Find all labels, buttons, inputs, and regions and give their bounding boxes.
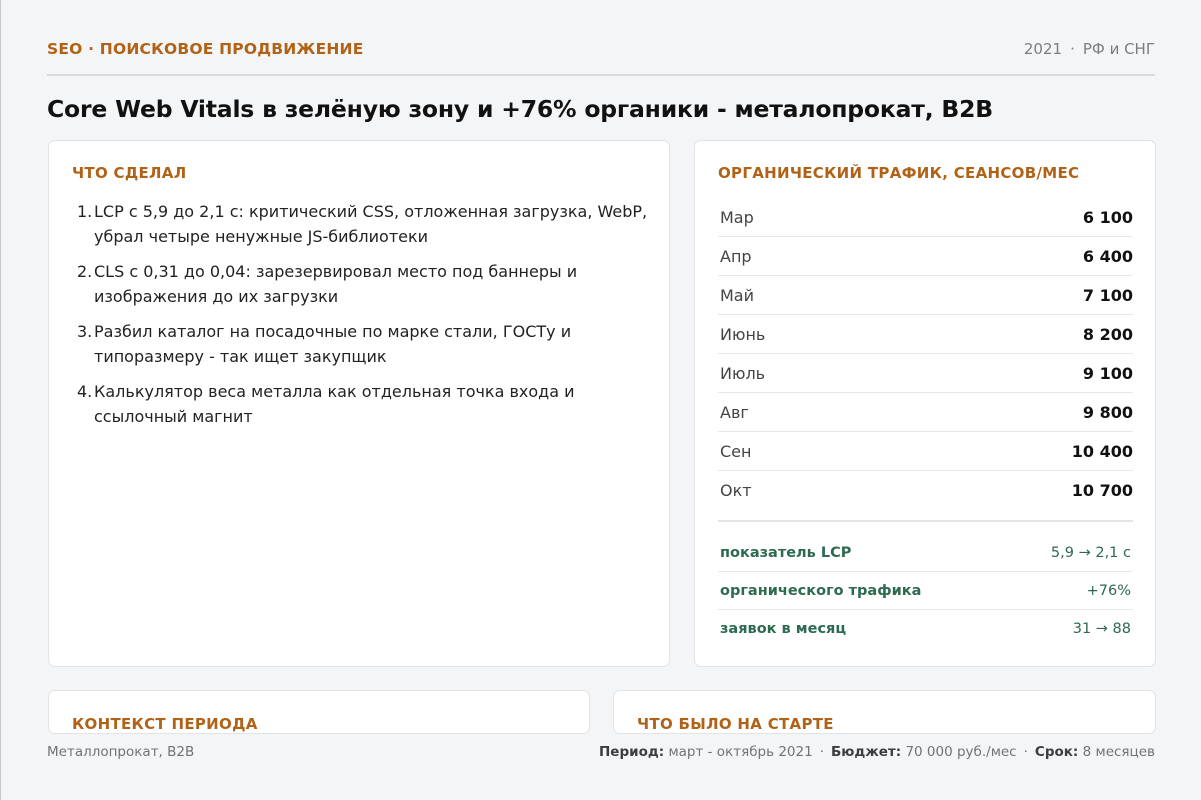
top-bar: SEO · ПОИСКОВОЕ ПРОДВИЖЕНИЕ 2021 · РФ и СН…: [47, 40, 1155, 76]
sessions-value: 6 400: [1082, 246, 1133, 266]
kpi-row: показатель LCP 5,9 → 2,1 с: [718, 534, 1133, 572]
sessions-value: 10 700: [1071, 481, 1133, 500]
sessions-value: 9 100: [1082, 363, 1133, 383]
sessions-value: 7 100: [1082, 285, 1133, 305]
footer: Металлопрокат, B2B Период: март - октябр…: [47, 744, 1155, 760]
step-number: 1.: [77, 202, 93, 221]
section-kicker: SEO · ПОИСКОВОЕ ПРОДВИЖЕНИЕ: [47, 40, 364, 58]
traffic-row: Апр 6 400: [718, 237, 1133, 276]
work-step: 1. LCP с 5,9 до 2,1 с: критический CSS, о…: [77, 199, 654, 249]
sessions-value: 8 200: [1082, 324, 1133, 344]
kpi-label: показатель LCP: [720, 544, 852, 561]
traffic-row: Окт 10 700: [718, 471, 1133, 510]
kpi-label: заявок в месяц: [720, 621, 847, 637]
traffic-row: Май 7 100: [718, 276, 1133, 315]
traffic-row: Сен 10 400: [718, 432, 1133, 471]
traffic-row: Июль 9 100: [718, 354, 1133, 393]
work-heading: ЧТО СДЕЛАЛ: [72, 164, 187, 182]
kpi-label: органического трафика: [720, 582, 922, 599]
page-title: Core Web Vitals в зелёную зону и +76% ор…: [47, 95, 993, 123]
month-label: Сен: [720, 441, 752, 461]
separator-dot: ·: [1023, 744, 1028, 760]
step-text: LCP с 5,9 до 2,1 с: критический CSS, отл…: [94, 202, 648, 246]
traffic-heading: ОРГАНИЧЕСКИЙ ТРАФИК, СЕАНСОВ/МЕС: [718, 164, 1080, 182]
work-step: 3. Разбил каталог на посадочные по марке …: [77, 319, 654, 369]
month-label: Июнь: [720, 324, 766, 344]
traffic-row: Авг 9 800: [718, 393, 1133, 432]
term-label: Срок:: [1034, 744, 1079, 760]
month-label: Окт: [720, 481, 752, 500]
sessions-value: 9 800: [1082, 402, 1133, 422]
work-step: 4. Калькулятор веса металла как отдельная…: [77, 379, 654, 429]
month-label: Май: [720, 285, 755, 305]
year-label: 2021: [1023, 40, 1063, 58]
sessions-value: 6 100: [1082, 207, 1133, 227]
project-meta: Период: март - октябрь 2021 · Бюджет: 70 0…: [599, 744, 1155, 760]
kpi-value: +76%: [1086, 582, 1131, 599]
month-label: Авг: [720, 402, 749, 422]
step-text: Калькулятор веса металла как отдельная т…: [94, 382, 575, 426]
step-text: Разбил каталог на посадочные по марке ст…: [94, 322, 572, 366]
step-number: 2.: [77, 262, 93, 281]
divider: [718, 520, 1133, 522]
traffic-card: ОРГАНИЧЕСКИЙ ТРАФИК, СЕАНСОВ/МЕС Мар 6 10…: [694, 140, 1156, 667]
kpi-value: 5,9 → 2,1 с: [1050, 544, 1131, 561]
context-heading: КОНТЕКСТ ПЕРИОДА: [72, 715, 258, 733]
traffic-table: Мар 6 100 Апр 6 400 Май 7 100 Июнь 8 200 Июл…: [718, 198, 1133, 510]
case-study-page: SEO · ПОИСКОВОЕ ПРОДВИЖЕНИЕ 2021 · РФ и СН…: [0, 0, 1201, 800]
month-label: Мар: [720, 207, 754, 227]
work-step: 2. CLS с 0,31 до 0,04: зарезервировал мес…: [77, 259, 654, 309]
step-text: CLS с 0,31 до 0,04: зарезервировал место…: [94, 262, 578, 306]
separator-dot: ·: [819, 744, 824, 760]
term-value: 8 месяцев: [1082, 744, 1155, 760]
work-steps-list: 1. LCP с 5,9 до 2,1 с: критический CSS, о…: [77, 199, 654, 439]
traffic-row: Июнь 8 200: [718, 315, 1133, 354]
separator-dot: ·: [1070, 40, 1075, 58]
step-number: 4.: [77, 382, 93, 401]
step-number: 3.: [77, 322, 93, 341]
start-heading: ЧТО БЫЛО НА СТАРТЕ: [637, 715, 834, 733]
kpi-list: показатель LCP 5,9 → 2,1 с органического …: [718, 534, 1133, 648]
budget-value: 70 000 руб./мес: [905, 744, 1017, 760]
year-region: 2021 · РФ и СНГ: [1024, 40, 1155, 58]
kpi-value: 31 → 88: [1072, 621, 1131, 637]
sessions-value: 10 400: [1071, 441, 1133, 461]
traffic-row: Мар 6 100: [718, 198, 1133, 237]
month-label: Апр: [720, 246, 752, 266]
region-label: РФ и СНГ: [1082, 40, 1155, 58]
period-value: март - октябрь 2021: [668, 744, 813, 760]
period-label: Период:: [599, 744, 665, 760]
context-card: КОНТЕКСТ ПЕРИОДА: [48, 690, 590, 734]
budget-label: Бюджет:: [831, 744, 902, 760]
client-label: Металлопрокат, B2B: [47, 744, 195, 760]
start-card: ЧТО БЫЛО НА СТАРТЕ: [613, 690, 1156, 734]
month-label: Июль: [720, 363, 766, 383]
kpi-row: органического трафика +76%: [718, 572, 1133, 610]
work-card: ЧТО СДЕЛАЛ 1. LCP с 5,9 до 2,1 с: критиче…: [48, 140, 670, 667]
kpi-row: заявок в месяц 31 → 88: [718, 610, 1133, 648]
